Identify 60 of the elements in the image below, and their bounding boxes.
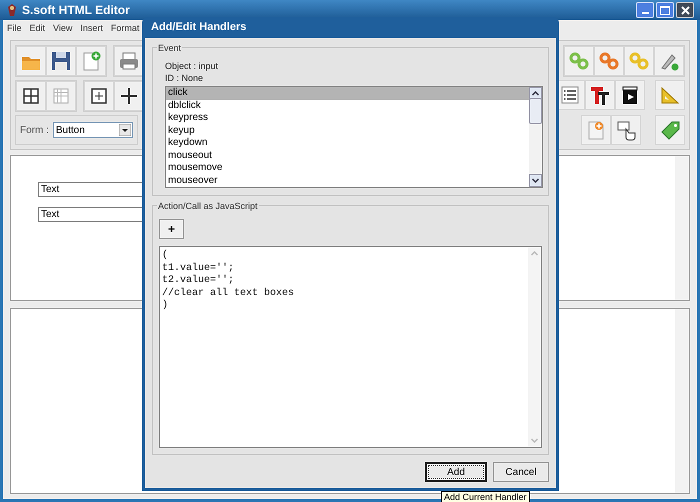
dropdown-arrow-icon xyxy=(118,124,131,136)
app-icon xyxy=(6,3,18,17)
list-item[interactable]: keypress xyxy=(166,112,529,124)
tooltip: Add Current Handler xyxy=(441,491,530,502)
printer-icon xyxy=(118,50,140,72)
close-button[interactable] xyxy=(676,2,694,18)
list-item[interactable]: keyup xyxy=(166,124,529,137)
form-select[interactable]: Button xyxy=(52,122,133,138)
scrollbar[interactable] xyxy=(675,309,689,493)
maximize-icon xyxy=(660,6,670,14)
toolbar-button[interactable] xyxy=(16,81,46,111)
code-line: ) xyxy=(162,300,170,312)
group-title: Action/Call as JavaScript xyxy=(157,200,259,214)
list-item[interactable]: mouseover xyxy=(166,174,529,187)
list-item[interactable]: keydown xyxy=(166,137,529,150)
list-item[interactable]: mouseout xyxy=(166,150,529,162)
scroll-down-icon[interactable] xyxy=(529,174,542,187)
code-line: //clear all text boxes xyxy=(162,288,296,300)
dialog-title: Add/Edit Handlers xyxy=(151,20,246,36)
object-label: Object : input xyxy=(165,60,220,72)
window-title: S.soft HTML Editor xyxy=(22,2,130,19)
maximize-button[interactable] xyxy=(656,2,674,18)
link-icon xyxy=(598,50,620,72)
link-icon xyxy=(628,50,650,72)
link-icon xyxy=(568,50,590,72)
text-style-icon xyxy=(589,84,611,106)
toolbar-button[interactable] xyxy=(84,81,114,111)
toolbar-button[interactable] xyxy=(46,46,76,76)
minimize-button[interactable] xyxy=(636,2,654,18)
list-item[interactable]: dblclick xyxy=(166,100,529,112)
minimize-icon xyxy=(642,12,648,14)
scroll-thumb[interactable] xyxy=(529,98,542,124)
code-line: ( xyxy=(162,250,170,262)
list-item[interactable]: mousemove xyxy=(166,162,529,174)
list-item[interactable]: click xyxy=(166,87,529,100)
tag-icon xyxy=(659,119,681,141)
menu-item[interactable]: Edit xyxy=(30,22,46,36)
form-label: Form : xyxy=(20,124,49,138)
spellcheck-icon xyxy=(615,119,637,141)
toolbar-button[interactable] xyxy=(585,80,615,110)
cancel-button[interactable]: Cancel xyxy=(493,462,549,482)
close-icon xyxy=(680,6,690,14)
menu-item[interactable]: View xyxy=(53,22,72,36)
ruler-icon xyxy=(659,84,681,106)
add-button[interactable]: Add xyxy=(425,462,487,482)
id-label: ID : None xyxy=(165,72,204,84)
menu-item[interactable]: Format xyxy=(110,22,140,36)
scrollbar[interactable] xyxy=(675,156,689,300)
list-icon xyxy=(559,84,581,106)
toolbar-button[interactable] xyxy=(611,115,641,145)
code-line: t2.value=''; xyxy=(162,275,236,288)
add-line-button[interactable]: + xyxy=(159,219,184,239)
toolbar-button[interactable] xyxy=(615,80,645,110)
scroll-up-icon[interactable] xyxy=(529,87,542,100)
code-line: t1.value=''; xyxy=(162,262,236,274)
menu-item[interactable]: Insert xyxy=(80,22,103,36)
toolbar-button[interactable] xyxy=(114,81,144,111)
cross-icon xyxy=(118,85,140,107)
save-icon xyxy=(50,50,72,72)
menu-item[interactable]: File xyxy=(7,22,22,36)
